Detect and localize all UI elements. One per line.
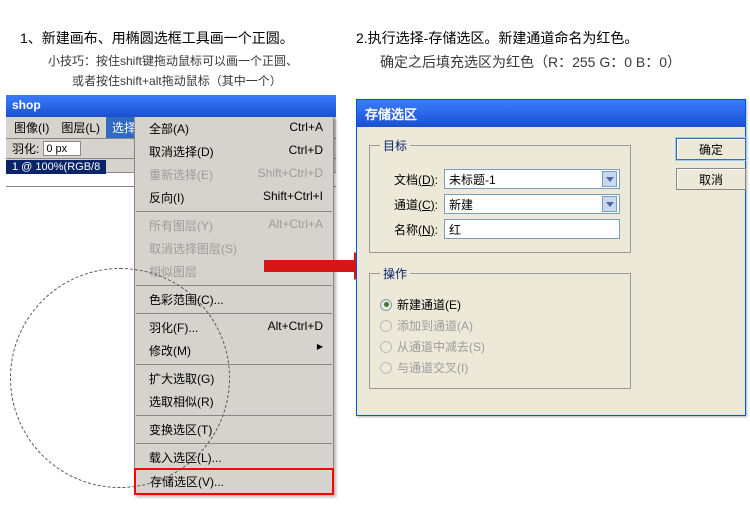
menu-item: 所有图层(Y)Alt+Ctrl+A: [135, 214, 333, 237]
dialog-title: 存储选区: [357, 100, 745, 127]
name-input[interactable]: 红: [444, 219, 620, 239]
operation-fieldset: 操作 新建通道(E) 添加到通道(A) 从通道中减去(S) 与通道交叉(I): [369, 265, 631, 389]
chevron-down-icon: [602, 171, 617, 187]
save-selection-dialog: 存储选区 目标 文档(D): 未标题-1 通道(C): 新建 名称(N): 红 …: [356, 99, 746, 416]
menubar-item[interactable]: 图像(I): [8, 117, 55, 138]
menu-item: 重新选择(E)Shift+Ctrl+D: [135, 163, 333, 186]
canvas-circle-selection: [10, 268, 230, 488]
step2-heading: 2.执行选择-存储选区。新建通道命名为红色。: [356, 28, 638, 48]
ok-button[interactable]: 确定: [676, 138, 746, 160]
step1-heading: 1、新建画布、用椭圆选框工具画一个正圆。: [20, 28, 294, 48]
app-window: shop 图像(I)图层(L)选择(S)滤镜(T)视图(V)窗口(W) 羽化: …: [6, 95, 336, 187]
channel-select[interactable]: 新建: [444, 194, 620, 214]
target-fieldset: 目标 文档(D): 未标题-1 通道(C): 新建 名称(N): 红: [369, 137, 631, 253]
document-tab[interactable]: 1 @ 100%(RGB/8: [6, 160, 106, 174]
doc-label: 文档(D):: [380, 171, 438, 188]
menu-item[interactable]: 取消选择(D)Ctrl+D: [135, 140, 333, 163]
radio-intersect-channel: 与通道交叉(I): [380, 359, 620, 376]
feather-label: 羽化:: [12, 140, 39, 157]
menubar-item[interactable]: 图层(L): [55, 117, 106, 138]
radio-subtract-channel: 从通道中减去(S): [380, 338, 620, 355]
app-titlebar: shop: [6, 95, 336, 117]
step1-tip2: 或者按住shift+alt拖动鼠标（其中一个）: [72, 72, 282, 89]
chevron-down-icon: [602, 196, 617, 212]
channel-label: 通道(C):: [380, 196, 438, 213]
doc-select[interactable]: 未标题-1: [444, 169, 620, 189]
cancel-button[interactable]: 取消: [676, 168, 746, 190]
operation-legend: 操作: [380, 265, 410, 282]
step1-tip1: 小技巧：按住shift键拖动鼠标可以画一个正圆、: [48, 52, 298, 69]
step2-tip: 确定之后填充选区为红色（R：255 G：0 B：0）: [380, 52, 681, 72]
feather-input[interactable]: [43, 141, 81, 156]
menu-item[interactable]: 全部(A)Ctrl+A: [135, 117, 333, 140]
name-label: 名称(N):: [380, 221, 438, 238]
menu-item[interactable]: 反向(I)Shift+Ctrl+I: [135, 186, 333, 209]
target-legend: 目标: [380, 137, 410, 154]
radio-new-channel[interactable]: 新建通道(E): [380, 296, 620, 313]
radio-add-channel: 添加到通道(A): [380, 317, 620, 334]
